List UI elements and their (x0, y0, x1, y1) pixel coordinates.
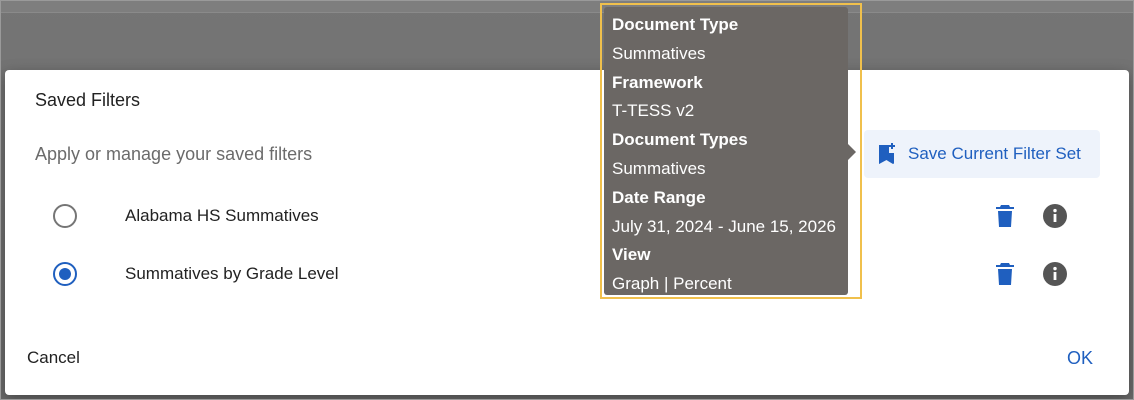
tooltip-document-type-label: Document Type (612, 15, 739, 34)
save-current-filter-set-button[interactable]: Save Current Filter Set (864, 130, 1100, 178)
tooltip-document-types-value: Summatives (612, 158, 706, 178)
filter-row: Alabama HS Summatives (5, 188, 1129, 244)
trash-icon (996, 205, 1014, 227)
filter-radio[interactable] (53, 262, 77, 286)
ok-button[interactable]: OK (1067, 348, 1093, 369)
tooltip-document-types-label: Document Types (612, 130, 748, 150)
tooltip-framework-value: T-TESS v2 (612, 101, 695, 121)
filter-info-button[interactable] (1041, 202, 1069, 230)
tooltip-view-value: Graph | Percent (612, 274, 732, 294)
trash-icon (996, 263, 1014, 285)
filter-name: Summatives by Grade Level (125, 264, 339, 283)
tooltip-arrow (848, 144, 856, 160)
delete-filter-button[interactable] (991, 260, 1019, 288)
delete-filter-button[interactable] (991, 202, 1019, 230)
dialog-subtitle: Apply or manage your saved filters (35, 144, 313, 164)
saved-filters-dialog: Saved Filters Apply or manage your saved… (5, 70, 1129, 395)
save-current-filter-set-label: Save Current Filter Set (908, 144, 1081, 163)
filter-name: Alabama HS Summatives (125, 206, 319, 225)
tooltip-date-range-value: July 31, 2024 - June 15, 2026 (612, 216, 836, 236)
tooltip-document-type-value: Summatives (612, 43, 706, 63)
info-icon (1043, 262, 1067, 286)
filter-radio[interactable] (53, 204, 77, 228)
filter-details-tooltip: Document Type Summatives Framework T-TES… (604, 7, 848, 295)
filter-info-button[interactable] (1041, 260, 1069, 288)
tooltip-view-label: View (612, 245, 651, 265)
tooltip-framework-label: Framework (612, 72, 703, 92)
tooltip-date-range-label: Date Range (612, 187, 706, 207)
bookmark-add-icon (879, 143, 895, 164)
dialog-title: Saved Filters (35, 90, 141, 110)
backdrop-top-bar (0, 0, 1134, 13)
info-icon (1043, 204, 1067, 228)
filter-row: Summatives by Grade Level (5, 246, 1129, 302)
cancel-button[interactable]: Cancel (27, 348, 80, 368)
